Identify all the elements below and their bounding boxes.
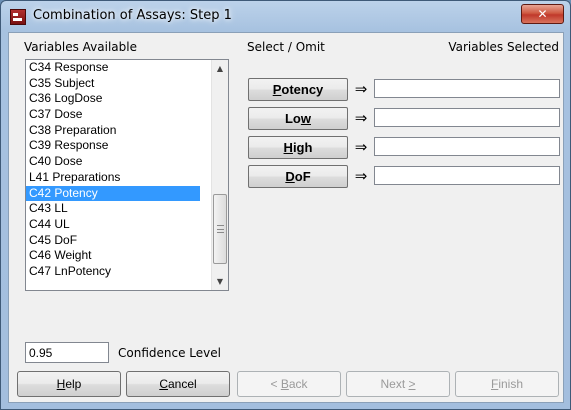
btn-text-post: igh bbox=[292, 140, 313, 155]
arrow-icon: ⇒ bbox=[354, 138, 368, 156]
btn-accelerator: B bbox=[280, 377, 289, 391]
list-item[interactable]: C36 LogDose bbox=[26, 91, 200, 107]
cancel-button[interactable]: Cancel bbox=[126, 371, 230, 397]
btn-text: elp bbox=[65, 377, 82, 391]
low-select-button[interactable]: Low bbox=[248, 107, 348, 130]
scroll-up-icon[interactable]: ▲ bbox=[212, 60, 228, 77]
high-select-button[interactable]: High bbox=[248, 136, 348, 159]
arrow-icon: ⇒ bbox=[354, 167, 368, 185]
low-selected-field[interactable] bbox=[374, 108, 560, 127]
btn-text: inish bbox=[498, 377, 524, 391]
list-item[interactable]: C40 Dose bbox=[26, 154, 200, 170]
btn-text-post: otency bbox=[281, 82, 324, 97]
btn-accelerator: > bbox=[408, 377, 416, 391]
select-omit-label: Select / Omit bbox=[247, 40, 325, 54]
close-button[interactable]: ✕ bbox=[521, 4, 564, 24]
list-item[interactable]: C44 UL bbox=[26, 217, 200, 233]
btn-text: ack bbox=[288, 377, 308, 391]
list-item[interactable]: C43 LL bbox=[26, 201, 200, 217]
finish-button[interactable]: Finish bbox=[455, 371, 559, 397]
grip-icon bbox=[217, 225, 224, 233]
btn-text-pre: Lo bbox=[284, 111, 301, 126]
btn-text-pre: < bbox=[270, 377, 281, 391]
list-item[interactable]: C35 Subject bbox=[26, 76, 200, 92]
window-title: Combination of Assays: Step 1 bbox=[33, 8, 232, 23]
title-bar[interactable]: Combination of Assays: Step 1 ✕ bbox=[1, 1, 570, 32]
btn-accelerator: w bbox=[300, 111, 311, 126]
potency-selected-field[interactable] bbox=[374, 79, 560, 98]
variables-list: C34 Response C35 Subject C36 LogDose C37 Do… bbox=[26, 60, 200, 290]
btn-text-pre: Next bbox=[380, 377, 409, 391]
dialog-client-area: Variables Available Select / Omit Variab… bbox=[8, 32, 564, 403]
arrow-icon: ⇒ bbox=[354, 109, 368, 127]
scroll-down-icon[interactable]: ▼ bbox=[212, 273, 228, 290]
list-item[interactable]: C42 Potency bbox=[26, 185, 200, 202]
variables-selected-label: Variables Selected bbox=[448, 40, 559, 54]
confidence-level-label: Confidence Level bbox=[118, 346, 221, 360]
dialog-window: Combination of Assays: Step 1 ✕ Variable… bbox=[0, 0, 571, 410]
help-button[interactable]: Help bbox=[17, 371, 121, 397]
list-item[interactable]: C45 DoF bbox=[26, 233, 200, 249]
app-icon bbox=[10, 9, 26, 25]
list-item[interactable]: C47 LnPotency bbox=[26, 264, 200, 280]
list-item[interactable]: L41 Preparations bbox=[26, 170, 200, 186]
list-item[interactable]: C34 Response bbox=[26, 60, 200, 76]
back-button[interactable]: < Back bbox=[237, 371, 341, 397]
confidence-level-input[interactable] bbox=[25, 342, 109, 363]
variables-listbox[interactable]: C34 Response C35 Subject C36 LogDose C37 Do… bbox=[25, 59, 229, 291]
scroll-thumb[interactable] bbox=[213, 194, 227, 264]
listbox-scrollbar[interactable]: ▲ ▼ bbox=[211, 60, 228, 290]
list-item[interactable]: C39 Response bbox=[26, 138, 200, 154]
list-item[interactable]: C46 Weight bbox=[26, 248, 200, 264]
arrow-icon: ⇒ bbox=[354, 80, 368, 98]
btn-accelerator: C bbox=[159, 377, 168, 391]
btn-accelerator: D bbox=[285, 169, 295, 184]
btn-accelerator: H bbox=[283, 140, 293, 155]
list-item[interactable]: C38 Preparation bbox=[26, 123, 200, 139]
dof-select-button[interactable]: DoF bbox=[248, 165, 348, 188]
high-selected-field[interactable] bbox=[374, 137, 560, 156]
btn-text-post: oF bbox=[294, 169, 311, 184]
dof-selected-field[interactable] bbox=[374, 166, 560, 185]
list-item[interactable]: C37 Dose bbox=[26, 107, 200, 123]
variables-available-label: Variables Available bbox=[24, 40, 137, 54]
btn-text: ancel bbox=[167, 377, 197, 391]
potency-select-button[interactable]: Potency bbox=[248, 78, 348, 101]
next-button[interactable]: Next > bbox=[346, 371, 450, 397]
